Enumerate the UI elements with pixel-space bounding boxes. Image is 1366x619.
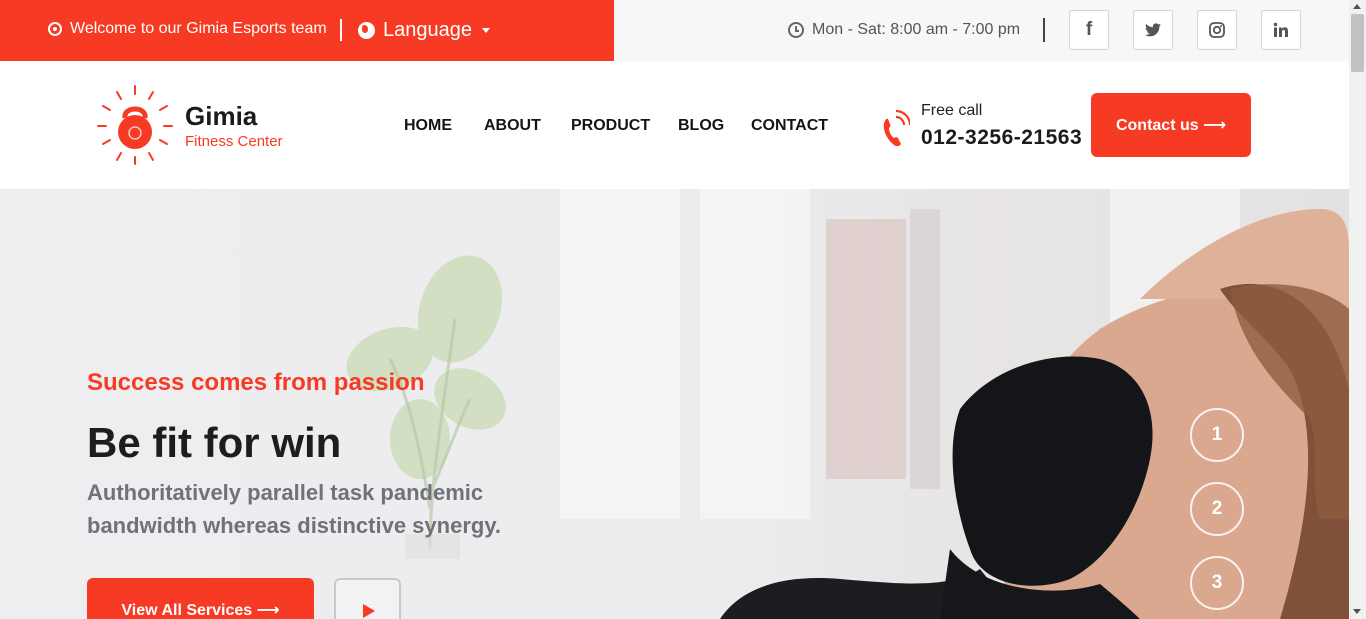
target-icon: [48, 22, 62, 36]
hero-background-window: [560, 189, 680, 519]
nav-home[interactable]: HOME: [404, 117, 452, 135]
page-scrollbar[interactable]: [1349, 0, 1366, 619]
phone-ringing-icon: [883, 109, 910, 147]
opening-hours: Mon - Sat: 8:00 am - 7:00 pm: [788, 21, 1020, 39]
instagram-icon: [1209, 22, 1225, 38]
divider: [1043, 18, 1045, 42]
slide-2-button[interactable]: 2: [1190, 482, 1244, 536]
nav-blog[interactable]: BLOG: [678, 117, 724, 135]
chevron-down-icon: [481, 28, 490, 33]
scroll-down-arrow-icon[interactable]: [1353, 609, 1361, 614]
hero-title: Be fit for win: [87, 419, 342, 466]
nav-about[interactable]: ABOUT: [484, 117, 541, 135]
top-info-bar: Welcome to our Gimia Esports team Langua…: [0, 0, 1349, 61]
play-icon: [363, 604, 375, 618]
kettlebell-logo-icon[interactable]: [97, 84, 173, 166]
slide-1-button[interactable]: 1: [1190, 408, 1244, 462]
welcome-message: Welcome to our Gimia Esports team: [48, 20, 327, 38]
twitter-icon: [1145, 23, 1161, 37]
free-call-label: Free call: [921, 102, 983, 119]
slide-3-button[interactable]: 3: [1190, 556, 1244, 610]
welcome-strip: Welcome to our Gimia Esports team Langua…: [0, 0, 614, 61]
hero-description: Authoritatively parallel task pandemic b…: [87, 480, 502, 538]
scroll-up-arrow-icon[interactable]: [1353, 4, 1361, 9]
hero-kicker: Success comes from passion: [87, 369, 425, 396]
athlete-stretching-image: [720, 209, 1349, 619]
welcome-text: Welcome to our Gimia Esports team: [70, 20, 327, 37]
clock-icon: [788, 22, 804, 38]
twitter-button[interactable]: [1133, 10, 1173, 50]
linkedin-button[interactable]: [1261, 10, 1301, 50]
play-video-button[interactable]: [334, 578, 401, 619]
globe-icon: [358, 22, 375, 39]
facebook-button[interactable]: f: [1069, 10, 1109, 50]
hero-banner: Success comes from passion Be fit for wi…: [0, 189, 1349, 619]
hours-text: Mon - Sat: 8:00 am - 7:00 pm: [812, 21, 1021, 38]
scrollbar-thumb[interactable]: [1351, 14, 1364, 72]
contact-us-button[interactable]: Contact us ⟶: [1091, 93, 1251, 157]
nav-contact[interactable]: CONTACT: [751, 117, 828, 135]
linkedin-icon: [1273, 22, 1288, 37]
language-label: Language: [383, 19, 472, 41]
view-all-services-button[interactable]: View All Services ⟶: [87, 578, 314, 619]
language-dropdown[interactable]: Language: [358, 19, 490, 42]
instagram-button[interactable]: [1197, 10, 1237, 50]
brand-name[interactable]: Gimia: [185, 101, 257, 132]
facebook-icon: f: [1085, 19, 1093, 40]
divider: [340, 19, 342, 41]
main-header: Gimia Fitness Center HOME ABOUT PRODUCT …: [0, 61, 1349, 189]
nav-product[interactable]: PRODUCT: [571, 117, 650, 135]
brand-tagline: Fitness Center: [185, 133, 283, 150]
phone-number[interactable]: 012-3256-21563: [921, 126, 1082, 150]
